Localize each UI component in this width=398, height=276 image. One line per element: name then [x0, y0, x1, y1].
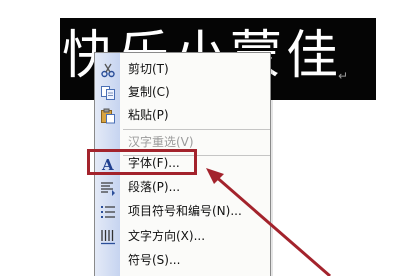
annotation-arrow: [206, 168, 331, 276]
screenshot-stage: 快乐小蒙佳 ↵ 剪切(T): [0, 0, 398, 276]
